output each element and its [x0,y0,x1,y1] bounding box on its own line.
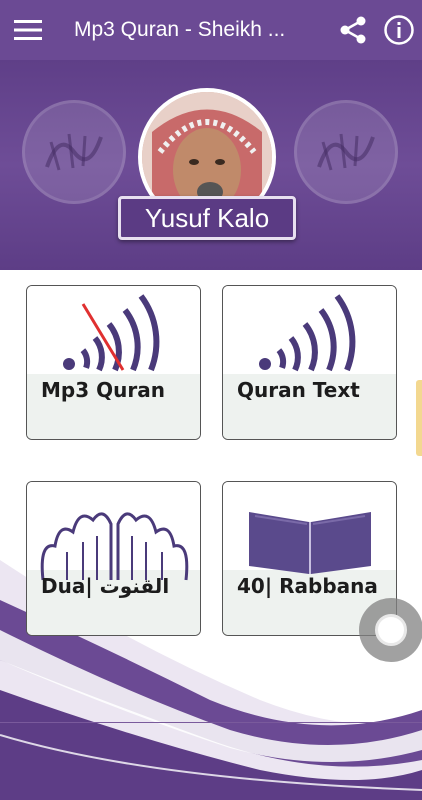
praying-hands-icon [40,512,189,581]
dua-card[interactable]: Dua| القنوت [26,481,201,636]
floating-assistive-button[interactable] [359,598,422,662]
share-button[interactable] [330,0,376,60]
menu-button[interactable] [0,0,56,60]
share-icon [340,16,366,44]
audio-waves-icon [259,294,356,372]
card-label: Mp3 Quran [41,378,165,402]
quran-calligraphy-emblem-icon [294,100,398,204]
assistive-touch-icon [375,614,407,646]
quran-calligraphy-emblem-icon [22,100,126,204]
reciter-banner: Yusuf Kalo [0,60,422,270]
app-title: Mp3 Quran - Sheikh ... [74,18,286,41]
mp3-quran-card[interactable]: Mp3 Quran [26,285,201,440]
card-label: Quran Text [237,378,360,402]
audio-waves-muted-icon [63,294,160,372]
card-label: 40| Rabbana [237,574,378,598]
reciter-name: Yusuf Kalo [118,196,296,240]
info-icon [384,15,414,45]
open-book-icon [249,512,371,574]
app-bar: Mp3 Quran - Sheikh ... [0,0,422,60]
card-label: Dua| القنوت [41,574,170,598]
quran-text-card[interactable]: Quran Text [222,285,397,440]
divider [0,722,422,723]
info-button[interactable] [376,0,422,60]
hamburger-menu-icon [14,20,42,40]
edge-scroll-handle[interactable] [416,380,422,456]
